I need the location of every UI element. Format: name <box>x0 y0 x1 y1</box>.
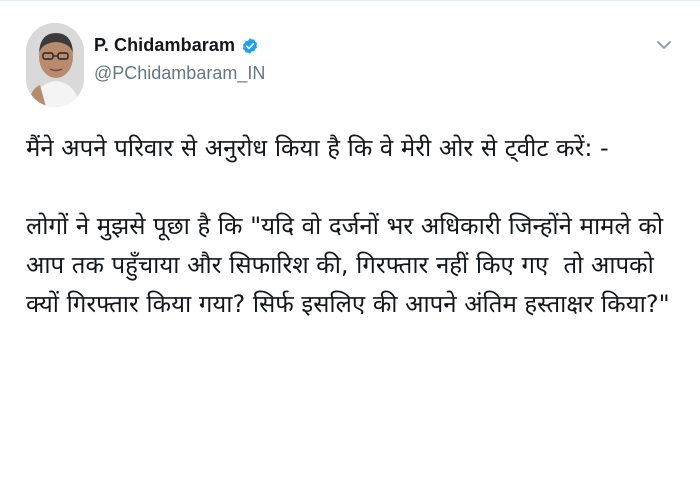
name-row: P. Chidambaram <box>94 35 259 56</box>
tweet-header: P. Chidambaram @PChidambaram_IN <box>26 23 680 113</box>
tweet-card: P. Chidambaram @PChidambaram_IN मैंने अप… <box>0 0 700 500</box>
author-display-name[interactable]: P. Chidambaram <box>94 35 235 56</box>
avatar-image <box>26 23 84 107</box>
chevron-down-icon[interactable] <box>654 37 674 53</box>
verified-badge-icon <box>241 37 259 55</box>
tweet-paragraph: मैंने अपने परिवार से अनुरोध किया है कि व… <box>26 134 609 162</box>
avatar[interactable] <box>26 23 84 107</box>
tweet-paragraph: लोगों ने मुझसे पूछा है कि "यदि वो दर्जनो… <box>26 212 671 318</box>
tweet-text: मैंने अपने परिवार से अनुरोध किया है कि व… <box>26 129 682 324</box>
author-handle[interactable]: @PChidambaram_IN <box>94 63 265 84</box>
